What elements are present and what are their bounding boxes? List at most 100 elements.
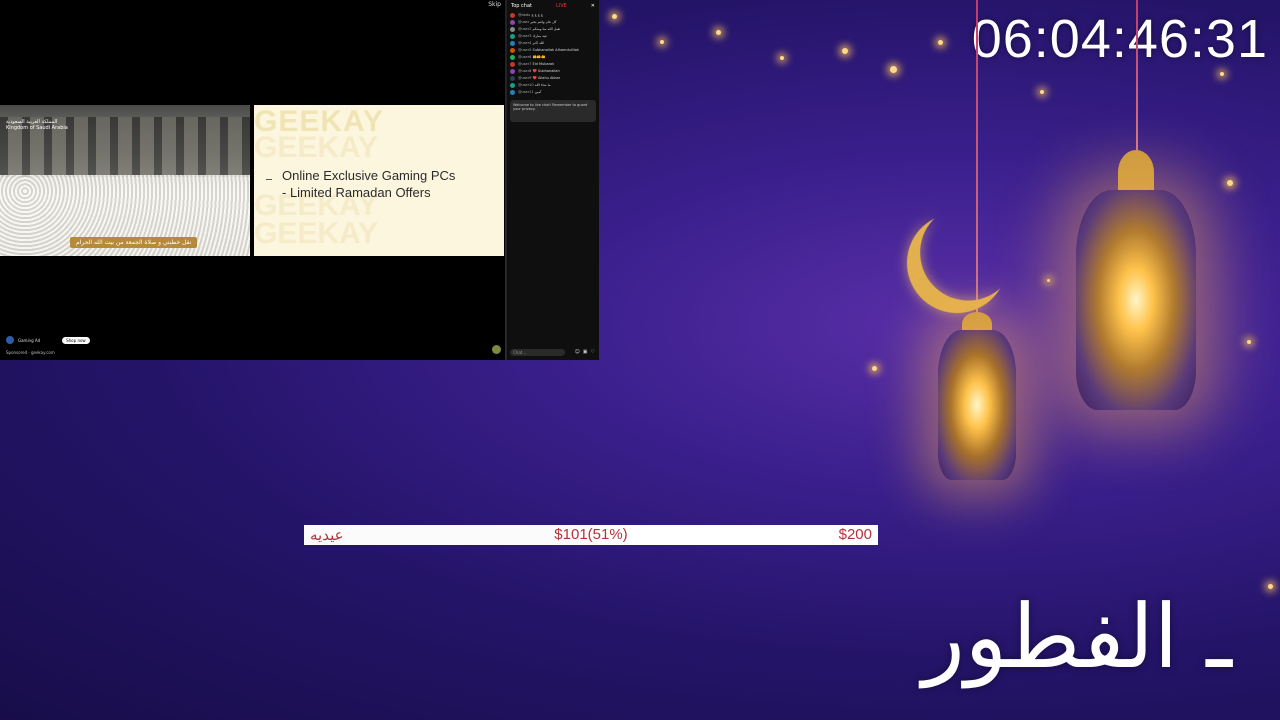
heart-icon[interactable]: ♡ <box>591 349 595 355</box>
chat-message[interactable]: @user7 Eid Mubarak <box>507 61 599 68</box>
chat-username[interactable]: @user6 <box>518 55 531 59</box>
sparkle <box>1040 90 1044 94</box>
chat-text: ❤️ Allahu Akbar <box>532 76 561 80</box>
chat-username[interactable]: @user10 <box>518 83 534 87</box>
ad-brand-watermark: GEEKAY <box>254 131 378 164</box>
chat-message[interactable]: @user2 تقبل الله منا ومنكم <box>507 26 599 33</box>
lantern-icon <box>1076 190 1196 410</box>
chat-message-body: @user7 Eid Mubarak <box>518 62 554 67</box>
chat-message[interactable]: @user5 Subhanallah Alhamdulillah <box>507 47 599 54</box>
sparkle <box>612 14 617 19</box>
chat-message-body: @user5 Subhanallah Alhamdulillah <box>518 48 579 53</box>
goal-current-amount: $101(51%) <box>554 526 628 543</box>
lantern-string <box>1136 0 1138 160</box>
chat-username[interactable]: @user8 <box>518 69 531 73</box>
chat-message-body: @user4 الله اكبر <box>518 41 544 46</box>
chat-message-body: @user11 آمين <box>518 90 541 95</box>
sparkle <box>1247 340 1251 344</box>
avatar[interactable] <box>510 48 515 53</box>
avatar[interactable] <box>510 69 515 74</box>
sparkle <box>660 40 664 44</box>
lantern-cap <box>1118 150 1154 194</box>
sparkle <box>872 366 877 371</box>
chat-message-body: @abdu ع ع ع ع <box>518 13 543 18</box>
chat-message[interactable]: @user8 ❤️ Subhanallah <box>507 68 599 75</box>
avatar[interactable] <box>510 41 515 46</box>
stream-player[interactable]: Skip المملكة العربية السعودية Kingdom of… <box>0 0 505 360</box>
video-caption: نقل خطبتي و صلاة الجمعة من بيت الله الحر… <box>70 237 198 248</box>
avatar[interactable] <box>510 55 515 60</box>
avatar[interactable] <box>510 83 515 88</box>
chat-message[interactable]: @abdu ع ع ع ع <box>507 12 599 19</box>
gift-icon[interactable]: ▣ <box>583 349 588 355</box>
live-badge: LIVE <box>555 3 567 9</box>
chat-username[interactable]: @user3 <box>518 34 531 38</box>
ad-panel[interactable]: GEEKAY GEEKAY GEEKAY GEEKAY Online Exclu… <box>254 105 504 256</box>
chat-username[interactable]: @user4 <box>518 41 531 45</box>
chat-notice: Welcome to live chat! Remember to guard … <box>510 100 596 122</box>
close-icon[interactable]: ✕ <box>591 3 595 9</box>
chat-text: آمين <box>534 90 542 94</box>
emoji-icon[interactable]: ☺ <box>575 349 580 355</box>
chat-message-body: @user6 🤲🤲🤲 <box>518 55 546 60</box>
skip-ad-button[interactable]: Skip <box>488 1 501 8</box>
chat-header: Top chat LIVE ✕ <box>507 0 599 12</box>
live-chat-panel[interactable]: Top chat LIVE ✕ @abdu ع ع ع ع @user كل عا… <box>506 0 599 360</box>
lantern-icon <box>938 330 1016 480</box>
chat-text: Eid Mubarak <box>532 62 555 66</box>
chat-message-body: @user3 عيد مبارك <box>518 34 547 39</box>
avatar[interactable] <box>510 34 515 39</box>
chat-username[interactable]: @user2 <box>518 27 531 31</box>
sparkle <box>938 40 943 45</box>
sparkle <box>716 30 721 35</box>
chat-message[interactable]: @user4 الله اكبر <box>507 40 599 47</box>
chat-message-body: @user كل عام وانتم بخير <box>518 20 557 25</box>
goal-target-amount: $200 <box>838 526 872 543</box>
chat-username[interactable]: @user9 <box>518 76 531 80</box>
chat-text: ع ع ع ع <box>531 13 544 17</box>
chat-text: تقبل الله منا ومنكم <box>532 27 561 31</box>
chat-text: 🤲🤲🤲 <box>532 55 546 59</box>
chat-text: الله اكبر <box>532 41 545 45</box>
live-video[interactable]: المملكة العربية السعودية Kingdom of Saud… <box>0 105 250 256</box>
ad-dash <box>266 179 272 180</box>
chat-title[interactable]: Top chat <box>511 3 532 9</box>
chat-text: Subhanallah Alhamdulillah <box>532 48 580 52</box>
chat-actions: ☺ ▣ ♡ <box>575 349 595 355</box>
ad-line-2: - Limited Ramadan Offers <box>282 185 431 200</box>
chat-message-body: @user9 ❤️ Allahu Akbar <box>518 76 560 81</box>
chat-username[interactable]: @user5 <box>518 48 531 52</box>
chat-message[interactable]: @user3 عيد مبارك <box>507 33 599 40</box>
chat-username[interactable]: @abdu <box>518 13 530 17</box>
chat-username[interactable]: @user <box>518 20 529 24</box>
sparkle <box>780 56 784 60</box>
sponsored-label: Sponsored · geekay.com <box>6 350 55 355</box>
sparkle <box>890 66 897 73</box>
avatar[interactable] <box>510 27 515 32</box>
iftar-banner-text: ـ الفطور <box>922 585 1232 688</box>
countdown-timer: 06:04:46:31 <box>971 9 1268 69</box>
channel-name: Gaming Ad <box>18 337 41 343</box>
avatar[interactable] <box>510 62 515 67</box>
chat-message-body: @user8 ❤️ Subhanallah <box>518 69 560 74</box>
crescent-moon-icon <box>893 199 1021 327</box>
chat-message[interactable]: @user9 ❤️ Allahu Akbar <box>507 75 599 82</box>
chat-message[interactable]: @user كل عام وانتم بخير <box>507 19 599 26</box>
shop-now-button[interactable]: Shop now <box>62 336 90 344</box>
avatar[interactable] <box>510 90 515 95</box>
ad-info-icon[interactable] <box>492 345 501 354</box>
chat-message[interactable]: @user10 ما شاء الله <box>507 82 599 89</box>
chat-input[interactable]: Chat... <box>510 349 565 356</box>
ad-brand-watermark: GEEKAY <box>254 217 378 250</box>
chat-message[interactable]: @user11 آمين <box>507 89 599 96</box>
avatar[interactable] <box>510 76 515 81</box>
chat-message[interactable]: @user6 🤲🤲🤲 <box>507 54 599 61</box>
avatar[interactable] <box>510 13 515 18</box>
chat-username[interactable]: @user11 <box>518 90 534 94</box>
chat-message-list[interactable]: @abdu ع ع ع ع @user كل عام وانتم بخير @use… <box>507 12 599 96</box>
chat-username[interactable]: @user7 <box>518 62 531 66</box>
avatar[interactable] <box>510 20 515 25</box>
sparkle <box>1268 584 1273 589</box>
sparkle <box>842 48 848 54</box>
chat-message-body: @user10 ما شاء الله <box>518 83 551 88</box>
